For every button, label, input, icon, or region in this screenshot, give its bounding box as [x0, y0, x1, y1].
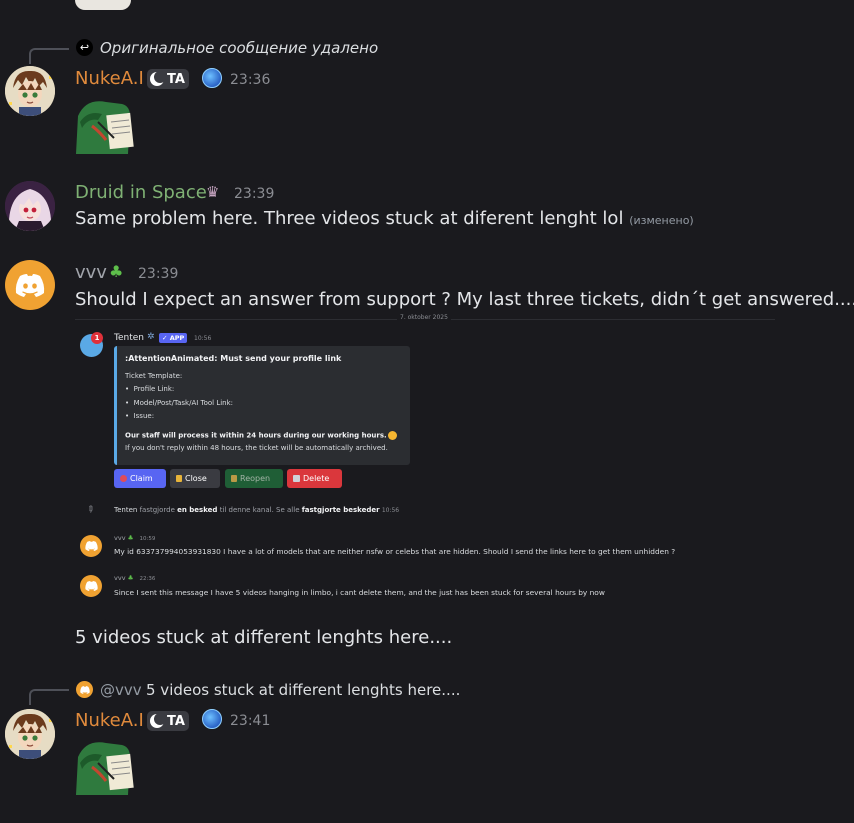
template-label: Ticket Template:	[125, 372, 183, 380]
user-name: vvv ♣ 22:36	[114, 574, 156, 582]
date-divider-label: 7. oktober 2025	[397, 314, 451, 321]
timestamp[interactable]: 23:39	[234, 186, 274, 202]
avatar-druid[interactable]	[5, 181, 55, 231]
message-text: 5 videos stuck at different lenghts here…	[75, 627, 453, 648]
attached-screenshot[interactable]: 7. oktober 2025 1 Tenten ✲ ✓ APP 10:56 :…	[75, 314, 775, 608]
bold-note: Our staff will process it within 24 hour…	[125, 431, 397, 440]
reply-mention[interactable]: @vvv	[100, 681, 142, 699]
avatar-anime-girl-icon	[5, 181, 55, 231]
close-button[interactable]: Close	[170, 469, 220, 488]
bot-name: Tenten	[114, 333, 144, 343]
bullet-item: • Model/Post/Task/AI Tool Link:	[125, 399, 234, 407]
embed-card: :AttentionAnimated: Must send your profi…	[114, 346, 410, 465]
moon-icon	[150, 713, 166, 728]
reply-connector	[29, 689, 69, 705]
edited-label: (изменено)	[629, 214, 694, 227]
lock-icon	[176, 475, 182, 482]
pin-notice: Tenten fastgjorde en besked til denne ka…	[114, 506, 400, 514]
reply-arrow-icon: ↩	[76, 39, 93, 56]
user-name: vvv ♣ 10:59	[114, 534, 156, 542]
crown-icon[interactable]: ♛	[206, 183, 219, 201]
author-name[interactable]: NukeA.I	[75, 68, 144, 89]
pin-icon: ✎	[83, 503, 96, 517]
bullet-item: • Issue:	[125, 412, 155, 420]
seedling-icon: ♣	[127, 534, 134, 542]
role-tag-label: TA	[167, 71, 185, 87]
user-avatar	[80, 575, 102, 597]
reply-preview[interactable]: 5 videos stuck at different lenghts here…	[146, 681, 460, 699]
avatar-anime-boy-icon	[5, 66, 55, 116]
trash-icon	[293, 475, 300, 482]
role-tag[interactable]: TA	[147, 711, 189, 731]
reply-deleted-text[interactable]: Оригинальное сообщение удалено	[100, 39, 378, 57]
avatar-vvv[interactable]	[5, 260, 55, 310]
notification-badge: 1	[91, 332, 103, 344]
pepe-frog-sticker[interactable]	[74, 733, 136, 795]
ticket-icon	[120, 475, 127, 482]
gear-icon: ✲	[147, 332, 155, 342]
app-badge: ✓ APP	[159, 333, 188, 343]
role-tag[interactable]: TA	[147, 69, 189, 89]
seedling-icon: ♣	[127, 574, 134, 582]
seedling-icon: ♣	[109, 262, 124, 281]
timestamp[interactable]: 23:39	[138, 266, 178, 282]
avatar-anime-boy-icon	[5, 709, 55, 759]
role-tag-label: TA	[167, 713, 185, 729]
user-avatar	[80, 535, 102, 557]
message-text: My id 633737994053931830 I have a lot of…	[114, 547, 676, 556]
claim-button[interactable]: Claim	[114, 469, 166, 488]
message-text: Since I sent this message I have 5 video…	[114, 588, 605, 597]
archive-note: If you don't reply within 48 hours, the …	[125, 444, 388, 452]
reopen-button[interactable]: Reopen	[225, 469, 283, 488]
bot-avatar: 1	[80, 332, 103, 357]
reply-connector	[29, 48, 69, 64]
author-name[interactable]: NukeA.I	[75, 710, 144, 731]
discord-logo-icon	[15, 273, 45, 297]
bot-time: 10:56	[194, 335, 212, 342]
unlock-icon	[231, 475, 237, 482]
bullet-item: • Profile Link:	[125, 385, 175, 393]
author-name[interactable]: vvv	[75, 262, 107, 283]
smile-icon	[387, 431, 397, 440]
server-emblem-icon[interactable]	[202, 709, 222, 729]
author-name[interactable]: Druid in Space	[75, 182, 207, 203]
timestamp[interactable]: 23:36	[230, 72, 270, 88]
delete-button[interactable]: Delete	[287, 469, 342, 488]
embed-title: :AttentionAnimated: Must send your profi…	[125, 354, 342, 363]
discord-logo-icon	[84, 541, 98, 551]
avatar-nukeai[interactable]	[5, 709, 55, 759]
timestamp[interactable]: 23:41	[230, 713, 270, 729]
discord-logo-icon	[84, 581, 98, 591]
pepe-frog-sticker[interactable]	[74, 92, 136, 154]
avatar-nukeai[interactable]	[5, 66, 55, 116]
server-emblem-icon[interactable]	[202, 68, 222, 88]
message-text: Same problem here. Three videos stuck at…	[75, 208, 694, 229]
previous-sticker-fragment	[75, 0, 131, 10]
message-body: Same problem here. Three videos stuck at…	[75, 208, 624, 229]
moon-icon	[150, 71, 166, 86]
message-text: Should I expect an answer from support ?…	[75, 289, 854, 310]
discord-logo-icon	[79, 685, 90, 694]
reply-avatar	[76, 681, 93, 698]
